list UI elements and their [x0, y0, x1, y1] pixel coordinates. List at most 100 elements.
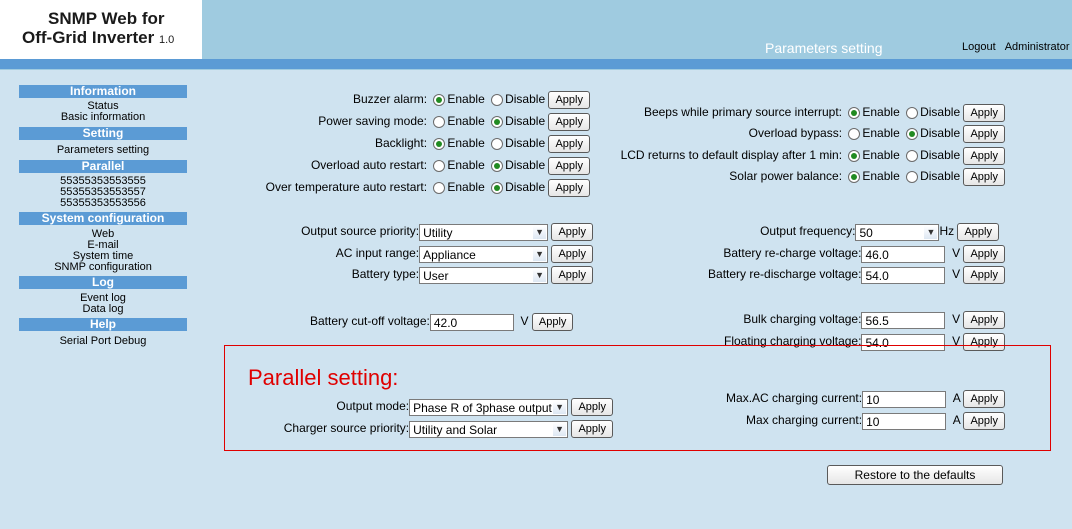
menu-header-information: Information — [19, 85, 187, 98]
menu-header-help: Help — [19, 318, 187, 331]
power-saving-disable-radio[interactable] — [491, 116, 504, 128]
max-charging-input[interactable]: 10 — [862, 412, 947, 430]
max-ac-charging-label: Max.AC charging current: — [726, 391, 863, 406]
max-ac-charging-apply-button[interactable]: Apply — [963, 390, 1005, 408]
bypass-apply-button[interactable]: Apply — [963, 125, 1005, 143]
sidebar-item-parameters-setting[interactable]: Parameters setting — [19, 145, 187, 156]
output-source-priority-select[interactable]: Utility ▼ — [419, 223, 549, 241]
output-mode-apply-button[interactable]: Apply — [571, 398, 613, 416]
overload-restart-disable-label: Disable — [505, 158, 546, 173]
overload-restart-enable-radio[interactable] — [433, 160, 446, 172]
lcd-default-label: LCD returns to default display after 1 m… — [620, 148, 843, 163]
bypass-enable-radio[interactable] — [848, 128, 861, 140]
charger-source-priority-apply-button[interactable]: Apply — [571, 420, 613, 438]
buzzer-alarm-row: Buzzer alarm: Enable Disable Apply — [353, 91, 590, 109]
restore-defaults-button[interactable]: Restore to the defaults — [827, 465, 1003, 485]
power-saving-enable-label: Enable — [447, 114, 485, 129]
solar-enable-radio[interactable] — [848, 171, 861, 183]
backlight-apply-button[interactable]: Apply — [548, 135, 590, 153]
buzzer-enable-radio[interactable] — [433, 94, 446, 106]
power-saving-disable-label: Disable — [505, 114, 546, 129]
power-saving-apply-button[interactable]: Apply — [548, 113, 590, 131]
sidebar-item-parallel-3[interactable]: 55355353553556 — [19, 198, 187, 209]
menu-header-log: Log — [19, 276, 187, 289]
buzzer-alarm-label: Buzzer alarm: — [353, 92, 428, 107]
output-frequency-row: Output frequency: 50 ▼ Hz Apply — [760, 223, 999, 241]
lcd-apply-button[interactable]: Apply — [963, 147, 1005, 165]
buzzer-disable-radio[interactable] — [491, 94, 504, 106]
battery-type-select[interactable]: User ▼ — [419, 266, 549, 284]
menu-header-system-configuration: System configuration — [19, 212, 187, 225]
over-temp-enable-radio[interactable] — [433, 182, 446, 194]
battery-recharge-input[interactable]: 46.0 — [861, 245, 946, 263]
ac-input-range-apply-button[interactable]: Apply — [551, 245, 593, 263]
battery-recharge-unit: V — [952, 246, 961, 261]
backlight-row: Backlight: Enable Disable Apply — [375, 135, 590, 153]
sidebar-item-data-log[interactable]: Data log — [19, 304, 187, 315]
output-frequency-select[interactable]: 50 ▼ — [855, 223, 940, 241]
bulk-charging-input[interactable]: 56.5 — [861, 311, 946, 329]
output-source-priority-row: Output source priority: Utility ▼ Apply — [301, 223, 593, 241]
sidebar-item-basic-information[interactable]: Basic information — [19, 112, 187, 123]
battery-cutoff-apply-button[interactable]: Apply — [531, 313, 574, 331]
battery-type-label: Battery type: — [351, 267, 420, 282]
app-title-line2-text: Off-Grid Inverter — [22, 28, 155, 47]
max-ac-charging-input[interactable]: 10 — [862, 390, 947, 408]
battery-type-apply-button[interactable]: Apply — [551, 266, 593, 284]
beeps-interrupt-label: Beeps while primary source interrupt: — [643, 105, 843, 120]
sidebar: Information Status Basic information Set… — [0, 70, 202, 529]
backlight-disable-radio[interactable] — [491, 138, 504, 150]
output-frequency-label: Output frequency: — [760, 224, 856, 239]
battery-redischarge-unit: V — [952, 267, 961, 282]
output-frequency-unit: Hz — [939, 224, 955, 239]
lcd-disable-radio[interactable] — [906, 150, 919, 162]
chevron-down-icon: ▼ — [553, 400, 567, 414]
battery-redischarge-apply-button[interactable]: Apply — [963, 266, 1005, 284]
backlight-enable-radio[interactable] — [433, 138, 446, 150]
battery-cutoff-label: Battery cut-off voltage: — [310, 314, 430, 329]
overload-restart-apply-button[interactable]: Apply — [548, 157, 590, 175]
battery-redischarge-input[interactable]: 54.0 — [861, 266, 946, 284]
over-temp-disable-radio[interactable] — [491, 182, 504, 194]
beeps-disable-radio[interactable] — [906, 107, 919, 119]
output-source-priority-apply-button[interactable]: Apply — [551, 223, 593, 241]
over-temp-apply-button[interactable]: Apply — [548, 179, 590, 197]
output-mode-label: Output mode: — [336, 399, 410, 414]
lcd-enable-radio[interactable] — [848, 150, 861, 162]
chevron-down-icon: ▼ — [533, 225, 547, 239]
battery-redischarge-row: Battery re-discharge voltage: 54.0 V Appl… — [708, 266, 1005, 284]
battery-recharge-row: Battery re-charge voltage: 46.0 V Apply — [723, 245, 1005, 263]
backlight-enable-label: Enable — [447, 136, 485, 151]
sidebar-item-serial-port-debug[interactable]: Serial Port Debug — [19, 336, 187, 347]
power-saving-enable-radio[interactable] — [433, 116, 446, 128]
output-mode-select[interactable]: Phase R of 3phase output ▼ — [409, 398, 569, 416]
overload-restart-label: Overload auto restart: — [310, 158, 428, 173]
solar-disable-radio[interactable] — [906, 171, 919, 183]
battery-cutoff-input[interactable]: 42.0 — [429, 313, 514, 331]
ac-input-range-select[interactable]: Appliance ▼ — [419, 245, 549, 263]
charger-source-priority-value: Utility and Solar — [413, 422, 498, 437]
power-saving-row: Power saving mode: Enable Disable Apply — [318, 113, 590, 131]
buzzer-disable-label: Disable — [505, 92, 546, 107]
overload-restart-disable-radio[interactable] — [491, 160, 504, 172]
charger-source-priority-row: Charger source priority: Utility and Sola… — [284, 420, 613, 438]
logout-link[interactable]: Logout — [962, 41, 996, 53]
beeps-apply-button[interactable]: Apply — [963, 104, 1005, 122]
output-mode-value: Phase R of 3phase output — [413, 400, 552, 415]
max-charging-apply-button[interactable]: Apply — [963, 412, 1005, 430]
buzzer-apply-button[interactable]: Apply — [548, 91, 590, 109]
solar-apply-button[interactable]: Apply — [963, 168, 1005, 186]
beeps-enable-radio[interactable] — [848, 107, 861, 119]
sidebar-item-snmp-configuration[interactable]: SNMP configuration — [19, 262, 187, 273]
output-frequency-apply-button[interactable]: Apply — [957, 223, 999, 241]
bulk-charging-apply-button[interactable]: Apply — [963, 311, 1005, 329]
bulk-charging-row: Bulk charging voltage: 56.5 V Apply — [743, 311, 1005, 329]
charger-source-priority-select[interactable]: Utility and Solar ▼ — [409, 420, 569, 438]
max-ac-charging-row: Max.AC charging current: 10 A Apply — [726, 390, 1005, 408]
output-source-priority-value: Utility — [423, 225, 453, 240]
buzzer-enable-label: Enable — [447, 92, 485, 107]
bypass-disable-radio[interactable] — [906, 128, 919, 140]
app-title-line1: SNMP Web for — [48, 9, 165, 28]
user-link[interactable]: Administrator — [1005, 41, 1070, 53]
battery-recharge-apply-button[interactable]: Apply — [963, 245, 1005, 263]
